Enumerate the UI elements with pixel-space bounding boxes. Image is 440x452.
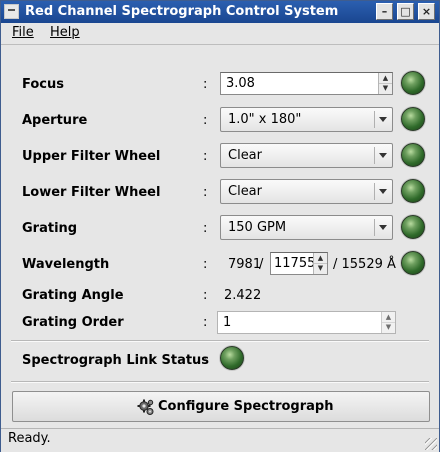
focus-label: Focus xyxy=(22,77,64,92)
lower-filter-status-led-icon xyxy=(401,179,425,203)
wavelength-min: 7981 xyxy=(228,257,262,272)
wavelength-colon: : xyxy=(203,257,208,272)
grating-selected: 150 GPM xyxy=(228,220,287,235)
grating-angle-colon: : xyxy=(203,288,208,303)
upper-filter-label: Upper Filter Wheel xyxy=(22,149,161,164)
spin-down-button[interactable]: ▼ xyxy=(382,322,395,332)
resize-grip-icon[interactable] xyxy=(425,438,437,450)
configure-spectrograph-button[interactable]: Configure Spectrograph xyxy=(12,391,430,422)
menu-bar: File Help xyxy=(1,23,439,45)
status-bar: Ready. xyxy=(1,428,439,452)
upper-filter-dropdown[interactable]: Clear xyxy=(220,143,393,168)
wavelength-spinner[interactable]: 11755 ▲ ▼ xyxy=(270,252,328,275)
spin-arrows-icon[interactable]: ▲ ▼ xyxy=(381,312,395,333)
upper-filter-status-led-icon xyxy=(401,143,425,167)
combo-divider xyxy=(374,147,375,164)
wavelength-status-led-icon xyxy=(401,251,425,275)
dropdown-arrow-icon[interactable] xyxy=(379,117,387,122)
menu-file[interactable]: File xyxy=(12,25,34,40)
spin-down-button[interactable]: ▼ xyxy=(314,263,327,273)
aperture-selected: 1.0" x 180" xyxy=(228,112,302,127)
window-title: Red Channel Spectrograph Control System xyxy=(25,4,339,19)
dropdown-arrow-icon[interactable] xyxy=(379,189,387,194)
app-window: Red Channel Spectrograph Control System … xyxy=(0,0,440,452)
grating-order-label: Grating Order xyxy=(22,315,124,330)
grating-angle-label: Grating Angle xyxy=(22,288,124,303)
upper-filter-selected: Clear xyxy=(228,148,262,163)
spin-down-button[interactable]: ▼ xyxy=(379,83,392,93)
minimize-button[interactable]: – xyxy=(376,3,393,20)
focus-value[interactable]: 3.08 xyxy=(226,76,255,91)
link-status-colon: : xyxy=(203,353,208,368)
configure-button-label: Configure Spectrograph xyxy=(158,399,334,414)
combo-divider xyxy=(374,111,375,128)
focus-colon: : xyxy=(203,77,208,92)
aperture-colon: : xyxy=(203,113,208,128)
dropdown-arrow-icon[interactable] xyxy=(379,225,387,230)
grating-angle-value: 2.422 xyxy=(224,288,262,303)
spin-arrows-icon[interactable]: ▲ ▼ xyxy=(313,253,327,274)
focus-status-led-icon xyxy=(401,71,425,95)
wavelength-max: / 15529 Å xyxy=(333,257,396,272)
aperture-dropdown[interactable]: 1.0" x 180" xyxy=(220,107,393,132)
lower-filter-selected: Clear xyxy=(228,184,262,199)
link-status-led-icon xyxy=(220,346,244,370)
grating-dropdown[interactable]: 150 GPM xyxy=(220,215,393,240)
menu-file-label: File xyxy=(12,25,34,40)
grating-label: Grating xyxy=(22,221,78,236)
grating-order-spinner[interactable]: 1 ▲ ▼ xyxy=(217,311,396,334)
lower-filter-dropdown[interactable]: Clear xyxy=(220,179,393,204)
link-status-label: Spectrograph Link Status xyxy=(22,353,210,368)
separator xyxy=(11,381,429,383)
menu-help-label: Help xyxy=(50,25,80,40)
wavelength-value[interactable]: 11755 xyxy=(274,256,315,271)
wavelength-separator: / xyxy=(259,257,264,272)
grating-colon: : xyxy=(203,221,208,236)
title-bar[interactable]: Red Channel Spectrograph Control System … xyxy=(1,1,439,23)
combo-divider xyxy=(374,183,375,200)
status-text: Ready. xyxy=(8,431,51,446)
aperture-status-led-icon xyxy=(401,107,425,131)
window-menu-icon[interactable] xyxy=(4,4,19,19)
lower-filter-colon: : xyxy=(203,185,208,200)
maximize-button[interactable]: □ xyxy=(397,3,414,20)
lower-filter-label: Lower Filter Wheel xyxy=(22,185,161,200)
close-button[interactable]: × xyxy=(418,3,435,20)
grating-order-value[interactable]: 1 xyxy=(223,315,231,330)
combo-divider xyxy=(374,219,375,236)
menu-help[interactable]: Help xyxy=(50,25,80,40)
gears-icon xyxy=(137,399,154,415)
focus-spinner[interactable]: 3.08 ▲ ▼ xyxy=(220,72,393,95)
upper-filter-colon: : xyxy=(203,149,208,164)
spin-arrows-icon[interactable]: ▲ ▼ xyxy=(378,73,392,94)
grating-order-colon: : xyxy=(203,315,208,330)
wavelength-label: Wavelength xyxy=(22,257,110,272)
grating-status-led-icon xyxy=(401,215,425,239)
separator xyxy=(11,340,429,342)
aperture-label: Aperture xyxy=(22,113,88,128)
dropdown-arrow-icon[interactable] xyxy=(379,153,387,158)
